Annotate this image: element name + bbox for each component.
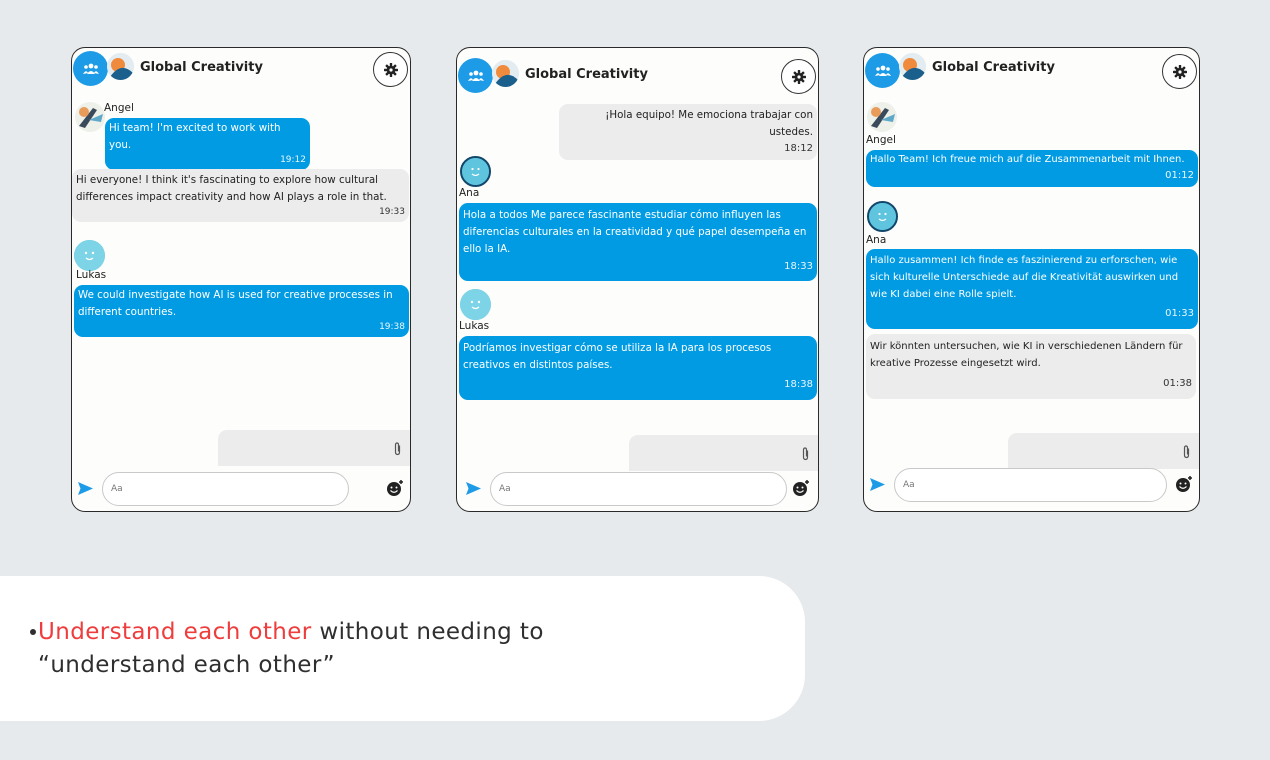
chat-title: Global Creativity (932, 60, 1055, 75)
message-text: We could investigate how AI is used for … (78, 289, 393, 318)
chat-window-spanish: Global Creativity ¡Hola equipo! Me emoci… (456, 47, 819, 512)
angel-avatar (867, 102, 897, 132)
chat-title: Global Creativity (140, 60, 263, 75)
bullet-dot (30, 629, 36, 635)
message-bubble: Hola a todos Me parece fascinante estudi… (459, 203, 817, 282)
group-avatar (492, 60, 519, 87)
message-text: Wir könnten untersuchen, wie KI in versc… (870, 341, 1183, 369)
input-bar: Aa (457, 467, 818, 511)
caption-card: Understand each other without needing to… (0, 576, 805, 721)
message-time: 18:33 (784, 261, 813, 273)
paperclip-icon[interactable] (393, 441, 402, 460)
caption-line2: “understand each other” (38, 652, 335, 678)
compose-area[interactable] (218, 430, 410, 466)
message-text: Podríamos investigar cómo se utiliza la … (463, 342, 772, 371)
chat-header: Global Creativity (72, 48, 410, 94)
lukas-avatar (74, 240, 105, 271)
message-text: Hola a todos Me parece fascinante estudi… (463, 209, 807, 255)
emoji-icon[interactable] (386, 479, 404, 501)
message-input[interactable]: Aa (490, 472, 787, 506)
chat-window-german: Global Creativity Angel Hallo Team! Ich … (863, 47, 1200, 512)
settings-gear-icon[interactable] (373, 52, 408, 87)
message-input[interactable]: Aa (894, 468, 1167, 502)
settings-gear-icon[interactable] (1162, 54, 1197, 89)
sender-name: Ana (866, 234, 887, 246)
ana-avatar (867, 201, 898, 232)
chat-header: Global Creativity (864, 48, 1199, 94)
message-input[interactable]: Aa (102, 472, 349, 506)
paperclip-icon[interactable] (801, 446, 810, 465)
group-icon[interactable] (458, 58, 493, 93)
emoji-icon[interactable] (1175, 475, 1193, 497)
input-bar: Aa (72, 467, 410, 511)
message-time: 01:38 (1163, 377, 1192, 389)
message-list: Angel Hallo Team! Ich freue mich auf die… (864, 94, 1199, 421)
send-icon[interactable] (870, 476, 885, 495)
send-icon[interactable] (78, 480, 93, 499)
send-icon[interactable] (466, 480, 481, 499)
message-bubble: Podríamos investigar cómo se utiliza la … (459, 336, 817, 400)
message-list: ¡Hola equipo! Me emociona trabajar con u… (457, 94, 818, 421)
compose-area[interactable] (629, 435, 818, 471)
message-bubble: Hallo zusammen! Ich finde es faszinieren… (866, 249, 1198, 330)
group-icon[interactable] (865, 53, 900, 88)
message-text: Hi team! I'm excited to work with you. (109, 122, 281, 151)
paperclip-icon[interactable] (1182, 444, 1191, 463)
message-bubble: ¡Hola equipo! Me emociona trabajar con u… (559, 104, 817, 160)
message-time: 19:12 (280, 154, 306, 165)
chat-title: Global Creativity (525, 67, 648, 82)
settings-gear-icon[interactable] (781, 59, 816, 94)
message-text: Hallo Team! Ich freue mich auf die Zusam… (870, 154, 1185, 165)
message-time: 18:12 (784, 142, 813, 154)
sender-name: Ana (459, 187, 480, 199)
message-time: 18:38 (784, 378, 813, 390)
message-text: ¡Hola equipo! Me emociona trabajar con u… (605, 109, 813, 138)
group-avatar (107, 53, 134, 80)
group-icon[interactable] (73, 51, 108, 86)
message-time: 01:12 (1165, 169, 1194, 181)
message-time: 19:33 (379, 206, 405, 217)
caption-highlight: Understand each other (38, 619, 312, 645)
chat-header: Global Creativity (457, 48, 818, 94)
sender-name: Angel (866, 134, 896, 146)
message-bubble: Hallo Team! Ich freue mich auf die Zusam… (866, 150, 1198, 187)
chat-window-english: Global Creativity Angel Hi team! I'm exc… (71, 47, 411, 512)
sender-name: Lukas (459, 320, 490, 332)
caption-text: Understand each other without needing to… (38, 616, 544, 682)
message-list: Angel Hi team! I'm excited to work with … (72, 94, 410, 421)
message-bubble: Hi team! I'm excited to work with you. 1… (105, 118, 310, 170)
angel-avatar (75, 102, 105, 132)
emoji-icon[interactable] (792, 479, 810, 501)
sender-name: Lukas (76, 269, 107, 281)
message-time: 01:33 (1165, 308, 1194, 320)
sender-name: Angel (104, 102, 134, 114)
message-text: Hallo zusammen! Ich finde es faszinieren… (870, 255, 1179, 300)
message-text: Hi everyone! I think it's fascinating to… (76, 174, 387, 203)
message-bubble: Hi everyone! I think it's fascinating to… (72, 169, 409, 222)
ana-avatar (460, 156, 491, 187)
input-bar: Aa (864, 463, 1199, 511)
lukas-avatar (460, 289, 491, 320)
group-avatar (899, 53, 926, 80)
message-bubble: Wir könnten untersuchen, wie KI in versc… (866, 334, 1196, 399)
message-time: 19:38 (379, 321, 405, 332)
caption-line1-rest: without needing to (311, 619, 544, 645)
message-bubble: We could investigate how AI is used for … (74, 285, 409, 337)
